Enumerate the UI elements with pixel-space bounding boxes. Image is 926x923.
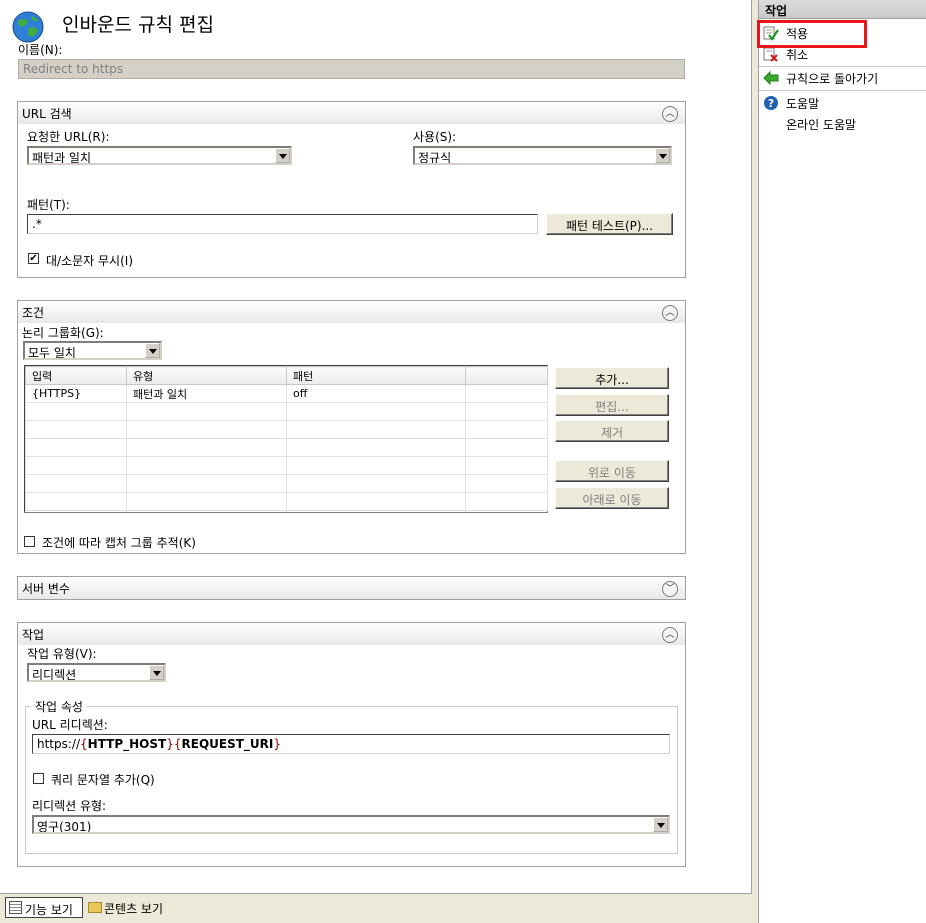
track-capture-checkbox[interactable] bbox=[24, 536, 35, 547]
apply-highlight-box bbox=[757, 20, 867, 48]
online-help-label: 온라인 도움말 bbox=[786, 118, 857, 132]
section-title: URL 검색 bbox=[22, 107, 72, 121]
remove-condition-button[interactable]: 제거 bbox=[555, 420, 669, 442]
chevron-down-icon[interactable] bbox=[653, 817, 668, 832]
help-icon: ? bbox=[763, 95, 779, 111]
folder-icon bbox=[88, 902, 102, 913]
features-view-tab[interactable]: 기능 보기 bbox=[5, 897, 83, 918]
cancel-label: 취소 bbox=[786, 48, 809, 62]
column-header[interactable]: 유형 bbox=[126, 366, 287, 385]
table-row-empty[interactable] bbox=[25, 474, 548, 493]
action-properties-box: 작업 속성 URL 리디렉션: https://{HTTP_HOST}{REQU… bbox=[25, 698, 678, 854]
track-capture-label: 조건에 따라 캡처 그룹 추적(K) bbox=[42, 536, 196, 550]
chevron-down-icon[interactable] bbox=[149, 665, 164, 680]
chevron-down-icon[interactable] bbox=[145, 343, 160, 358]
logical-grouping-select[interactable]: 모두 일치 bbox=[23, 341, 162, 360]
view-switcher-bar: 기능 보기 콘텐츠 보기 bbox=[0, 893, 752, 923]
actions-pane: 작업 적용 취소 규칙으로 돌아가기 ? 도움말 온라인 도움말 bbox=[758, 0, 926, 923]
globe-icon bbox=[12, 11, 44, 43]
append-query-label: 쿼리 문자열 추가(Q) bbox=[51, 773, 155, 787]
table-cell: {HTTPS} bbox=[25, 384, 127, 403]
collapse-icon[interactable]: ︿ bbox=[662, 106, 678, 122]
collapse-icon[interactable]: ︿ bbox=[662, 305, 678, 321]
page-title: 인바운드 규칙 편집 bbox=[62, 14, 214, 36]
back-to-rules-action[interactable]: 규칙으로 돌아가기 bbox=[759, 67, 926, 89]
table-row[interactable]: {HTTPS} 패턴과 일치 off bbox=[25, 384, 548, 403]
main-panel: 인바운드 규칙 편집 이름(N): Redirect to https URL … bbox=[0, 0, 752, 893]
table-row-empty[interactable] bbox=[25, 456, 548, 475]
conditions-table-frame: 입력 유형 패턴 {HTTPS} 패턴과 일치 off bbox=[24, 365, 548, 513]
conditions-table: 입력 유형 패턴 {HTTPS} 패턴과 일치 off bbox=[25, 366, 548, 511]
match-url-section: URL 검색 ︿ 요청한 URL(R): 패턴과 일치 사용(S): 정규식 패… bbox=[17, 101, 686, 278]
test-pattern-button[interactable]: 패턴 테스트(P)... bbox=[546, 213, 673, 235]
requested-url-label: 요청한 URL(R): bbox=[27, 130, 110, 144]
content-view-tab[interactable]: 콘텐츠 보기 bbox=[86, 897, 176, 918]
table-cell bbox=[465, 384, 548, 403]
column-header[interactable] bbox=[465, 366, 548, 385]
table-row-empty[interactable] bbox=[25, 438, 548, 457]
chevron-down-icon[interactable] bbox=[655, 148, 670, 163]
redirect-url-input[interactable]: https://{HTTP_HOST}{REQUEST_URI} bbox=[32, 734, 670, 754]
action-section: 작업 ︿ 작업 유형(V): 리디렉션 작업 속성 URL 리디렉션: http… bbox=[17, 622, 686, 867]
logical-grouping-label: 논리 그룹화(G): bbox=[22, 326, 104, 340]
add-condition-button[interactable]: 추가... bbox=[555, 367, 669, 389]
back-to-rules-label: 규칙으로 돌아가기 bbox=[786, 72, 879, 86]
edit-condition-button[interactable]: 편집... bbox=[555, 394, 669, 416]
redirect-url-label: URL 리디렉션: bbox=[32, 718, 108, 732]
section-title: 작업 bbox=[22, 628, 45, 642]
chevron-down-icon[interactable] bbox=[275, 148, 290, 163]
server-variables-section: 서버 변수 ﹀ bbox=[17, 576, 686, 600]
actions-pane-title: 작업 bbox=[765, 4, 788, 18]
ignore-case-label: 대/소문자 무시(I) bbox=[46, 254, 134, 268]
move-down-button[interactable]: 아래로 이동 bbox=[555, 487, 669, 509]
action-type-select[interactable]: 리디렉션 bbox=[27, 663, 166, 682]
help-action[interactable]: ? 도움말 bbox=[759, 92, 926, 114]
name-field[interactable]: Redirect to https bbox=[18, 59, 685, 79]
section-title: 서버 변수 bbox=[22, 582, 70, 596]
actions-pane-header: 작업 bbox=[759, 0, 926, 19]
using-label: 사용(S): bbox=[413, 130, 457, 144]
name-label: 이름(N): bbox=[18, 43, 63, 57]
table-row-empty[interactable] bbox=[25, 420, 548, 439]
column-header[interactable]: 입력 bbox=[25, 366, 127, 385]
ignore-case-checkbox[interactable]: ✔ bbox=[28, 253, 39, 264]
move-up-button[interactable]: 위로 이동 bbox=[555, 460, 669, 482]
back-arrow-icon bbox=[763, 70, 779, 86]
redirect-type-label: 리디렉션 유형: bbox=[32, 799, 107, 813]
redirect-type-select[interactable]: 영구(301) bbox=[32, 815, 670, 834]
collapse-icon[interactable]: ︿ bbox=[662, 627, 678, 643]
online-help-action[interactable]: 온라인 도움말 bbox=[759, 113, 926, 135]
column-header[interactable]: 패턴 bbox=[286, 366, 466, 385]
requested-url-select[interactable]: 패턴과 일치 bbox=[27, 146, 292, 165]
pattern-label: 패턴(T): bbox=[27, 198, 70, 212]
properties-legend: 작업 속성 bbox=[31, 698, 87, 715]
table-row-empty[interactable] bbox=[25, 402, 548, 421]
pattern-input[interactable]: .* bbox=[27, 214, 538, 234]
expand-icon[interactable]: ﹀ bbox=[662, 581, 678, 597]
table-cell: 패턴과 일치 bbox=[126, 384, 287, 403]
section-title: 조건 bbox=[22, 306, 45, 320]
svg-text:?: ? bbox=[768, 97, 774, 110]
append-query-checkbox[interactable] bbox=[33, 773, 44, 784]
table-row-empty[interactable] bbox=[25, 492, 548, 511]
using-select[interactable]: 정규식 bbox=[413, 146, 672, 165]
features-view-icon bbox=[9, 901, 22, 914]
table-cell: off bbox=[286, 384, 466, 403]
divider bbox=[759, 90, 926, 91]
conditions-section: 조건 ︿ 논리 그룹화(G): 모두 일치 입력 유형 패턴 {HTTPS} 패턴과 … bbox=[17, 300, 686, 554]
action-type-label: 작업 유형(V): bbox=[27, 647, 97, 661]
cancel-icon bbox=[763, 46, 779, 62]
help-label: 도움말 bbox=[786, 97, 820, 111]
